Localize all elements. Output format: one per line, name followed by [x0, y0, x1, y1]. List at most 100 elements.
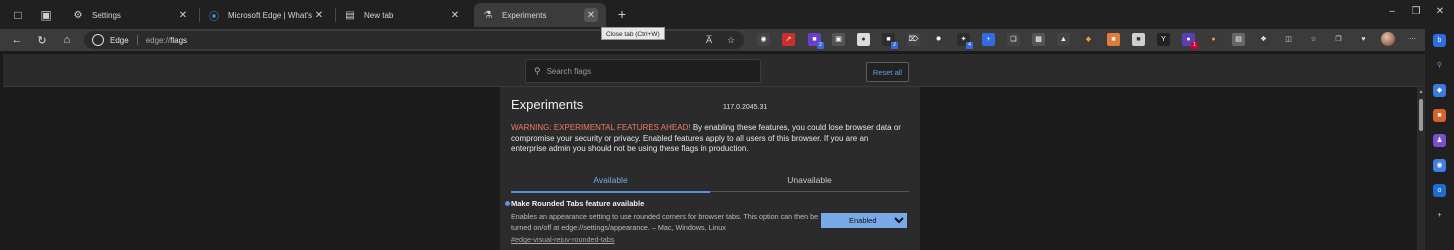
warning-label: WARNING: EXPERIMENTAL FEATURES AHEAD! [511, 123, 691, 132]
url-prefix: edge:// [145, 35, 171, 45]
tab-whats-new[interactable]: ⦿ Microsoft Edge | What's New ✕ [200, 3, 334, 27]
extension-icon[interactable]: ❏ [1007, 33, 1020, 46]
close-icon[interactable]: ✕ [312, 8, 326, 22]
extension-badge: 2 [891, 42, 898, 49]
tab-strip: □ ▣ ⚙ Settings ✕ ⦿ Microsoft Edge | What… [0, 0, 1454, 29]
extension-icon[interactable]: ▲ [1057, 33, 1070, 46]
split-screen-icon[interactable]: ◫ [1282, 33, 1295, 46]
extension-icon[interactable]: ■ 2 [808, 33, 824, 49]
tab-available[interactable]: Available [511, 173, 710, 187]
edge-logo-icon [92, 34, 104, 46]
favorite-star-icon[interactable]: ☆ [724, 33, 738, 47]
extension-icon[interactable]: ✹ [932, 33, 945, 46]
site-label: Edge [110, 35, 129, 45]
extension-icon[interactable]: ● [857, 33, 870, 46]
games-icon[interactable]: ♟ [1433, 134, 1446, 147]
extension-icon[interactable]: ▤ [1232, 33, 1245, 46]
warning-text: WARNING: EXPERIMENTAL FEATURES AHEAD! By… [511, 123, 901, 155]
restore-icon[interactable]: ❐ [1408, 6, 1424, 17]
collections-icon[interactable]: ❐ [1332, 33, 1345, 46]
close-icon[interactable]: ✕ [584, 8, 598, 22]
flag-tabs: Available Unavailable [511, 173, 909, 193]
flags-header: ⚲ Reset all [3, 54, 1425, 87]
active-tab-indicator [511, 191, 710, 193]
url-text: edge://flags [146, 36, 187, 45]
tooltip: Close tab (Ctrl+W) [601, 27, 665, 40]
browser-window: □ ▣ ⚙ Settings ✕ ⦿ Microsoft Edge | What… [0, 0, 1454, 250]
tab-title: New tab [364, 10, 394, 20]
close-icon[interactable]: ✕ [448, 8, 462, 22]
extension-icon[interactable]: ▣ [832, 33, 845, 46]
tab-title: Settings [92, 10, 121, 20]
extension-icon[interactable]: ■ 2 [882, 33, 898, 49]
more-menu-icon[interactable]: ⋯ [1406, 33, 1419, 46]
tab-experiments[interactable]: ⚗ Experiments ✕ [474, 3, 606, 27]
flask-icon: ⚗ [483, 9, 493, 21]
gear-icon: ⚙ [73, 9, 83, 21]
extension-icon[interactable]: ⌦ [907, 33, 920, 46]
tab-settings[interactable]: ⚙ Settings ✕ [64, 3, 198, 27]
favorites-icon[interactable]: ☆ [1307, 33, 1320, 46]
version-label: 117.0.2045.31 [723, 104, 768, 111]
home-icon[interactable]: ⌂ [59, 32, 75, 48]
extension-icon[interactable]: ● 1 [1182, 33, 1198, 49]
bing-copilot-icon[interactable]: b [1433, 34, 1446, 47]
tab-title: Experiments [502, 10, 547, 20]
newtab-icon: ▤ [345, 9, 355, 21]
extension-icon[interactable]: ■ [1107, 33, 1120, 46]
browser-essentials-icon[interactable]: ♥ [1357, 33, 1370, 46]
toolbar: ← ↻ ⌂ Edge edge://flags A̅ ☆ ◉ ↗ ■ 2 ▣ ● … [0, 29, 1425, 51]
extension-icon[interactable]: ◉ [757, 33, 770, 46]
scrollbar[interactable]: ▲ [1417, 87, 1425, 250]
shopping-tag-icon[interactable]: ◆ [1433, 84, 1446, 97]
tools-icon[interactable]: ■ [1433, 109, 1446, 122]
search-icon[interactable]: ⚲ [1433, 59, 1446, 72]
url-path: flags [170, 35, 188, 45]
read-aloud-icon[interactable]: A̅ [702, 33, 716, 47]
extension-icon[interactable]: Y [1157, 33, 1170, 46]
extension-icon[interactable]: ◆ [1082, 33, 1095, 46]
page-title: Experiments [511, 97, 584, 112]
tab-actions-icon[interactable]: ▣ [36, 5, 56, 25]
close-icon[interactable]: ✕ [176, 8, 190, 22]
close-window-icon[interactable]: ✕ [1432, 6, 1448, 17]
extension-icon[interactable]: ■ [1132, 33, 1145, 46]
flag-link[interactable]: #edge-visual-rejuv-rounded-tabs [511, 235, 614, 244]
scrollbar-thumb[interactable] [1419, 99, 1423, 131]
tab-title: Microsoft Edge | What's New [228, 10, 312, 20]
search-box[interactable]: ⚲ [525, 59, 761, 83]
tab-unavailable[interactable]: Unavailable [710, 173, 909, 187]
experiments-panel: Experiments 117.0.2045.31 WARNING: EXPER… [500, 87, 920, 250]
divider [136, 35, 138, 45]
page-content: ⚲ Reset all Experiments 117.0.2045.31 WA… [0, 51, 1425, 250]
flag-description: Enables an appearance setting to use rou… [511, 212, 819, 232]
extension-icon[interactable]: ↗ [782, 33, 795, 46]
reset-all-button[interactable]: Reset all [866, 62, 909, 82]
extension-icon[interactable]: ● [1207, 33, 1220, 46]
back-icon[interactable]: ← [9, 32, 25, 48]
profile-avatar[interactable] [1381, 32, 1395, 46]
refresh-icon[interactable]: ↻ [34, 32, 50, 48]
workspaces-icon[interactable]: □ [8, 5, 28, 25]
right-sidebar: b ⚲ ◆ ■ ♟ ◉ o + [1425, 29, 1454, 250]
add-app-icon[interactable]: + [1433, 209, 1446, 222]
minimize-icon[interactable]: – [1384, 6, 1400, 17]
search-input[interactable] [546, 66, 747, 76]
flag-name: Make Rounded Tabs feature available [511, 199, 645, 208]
extensions-puzzle-icon[interactable]: ❖ [1257, 33, 1270, 46]
new-tab-button[interactable]: + [614, 6, 630, 22]
extension-badge: 4 [966, 42, 973, 49]
edge-logo-icon: ⦿ [209, 11, 219, 23]
search-icon: ⚲ [534, 65, 541, 76]
extension-icon[interactable]: ✦ 4 [957, 33, 973, 49]
scroll-up-icon[interactable]: ▲ [1417, 89, 1425, 95]
extension-icon[interactable]: ▩ [1032, 33, 1045, 46]
flag-state-select[interactable]: Enabled [821, 213, 907, 228]
outlook-icon[interactable]: o [1433, 184, 1446, 197]
modified-dot-icon [505, 201, 510, 206]
extension-badge: 1 [1191, 42, 1198, 49]
extension-icon[interactable]: + [982, 33, 995, 46]
extension-badge: 2 [817, 42, 824, 49]
microsoft-365-icon[interactable]: ◉ [1433, 159, 1446, 172]
tab-new-tab[interactable]: ▤ New tab ✕ [336, 3, 470, 27]
